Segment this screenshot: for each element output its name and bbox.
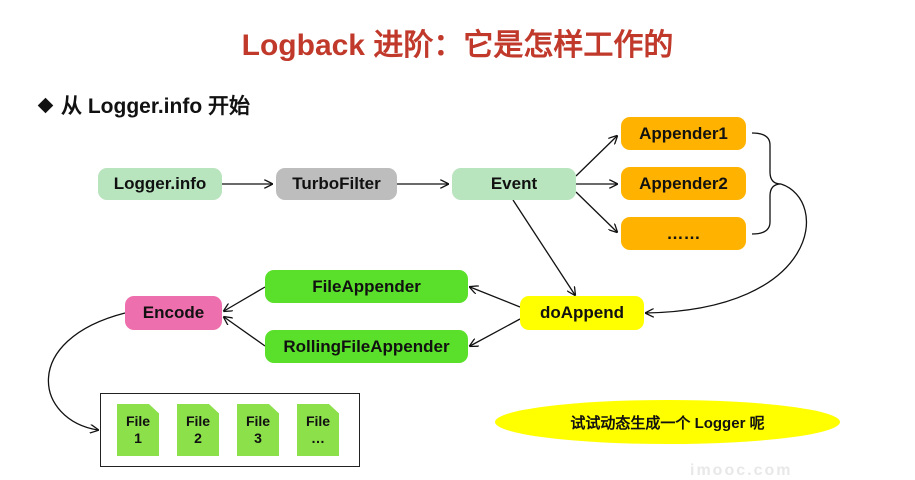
arrow-rollingfileappender-to-encode xyxy=(224,317,266,347)
node-logger-info: Logger.info xyxy=(98,168,222,200)
file-number: 1 xyxy=(134,430,142,446)
node-doappend: doAppend xyxy=(520,296,644,330)
arrow-doappend-to-fileappender xyxy=(470,287,521,308)
file-icon: File … xyxy=(297,404,339,456)
callout-cloud: 试试动态生成一个 Logger 呢 xyxy=(495,400,840,444)
node-appender-more: …… xyxy=(621,217,746,250)
file-icon: File 1 xyxy=(117,404,159,456)
node-appender2: Appender2 xyxy=(621,167,746,200)
node-event: Event xyxy=(452,168,576,200)
appenders-brace xyxy=(751,132,782,235)
file-label: File xyxy=(245,413,271,429)
node-rollingfileappender: RollingFileAppender xyxy=(265,330,468,363)
arrow-event-to-doappend xyxy=(512,199,575,295)
file-label: File xyxy=(305,413,331,429)
node-fileappender: FileAppender xyxy=(265,270,468,303)
arrow-event-to-appender1 xyxy=(575,136,617,177)
file-label: File xyxy=(125,413,151,429)
node-appender1: Appender1 xyxy=(621,117,746,150)
file-icon: File 2 xyxy=(177,404,219,456)
files-container: File 1 File 2 File 3 File … xyxy=(100,393,360,467)
file-number: 2 xyxy=(194,430,202,446)
file-label: File xyxy=(185,413,211,429)
file-number: … xyxy=(311,430,325,446)
file-icon: File 3 xyxy=(237,404,279,456)
arrow-fileappender-to-encode xyxy=(224,286,266,311)
arrow-doappend-to-rollingfileappender xyxy=(470,318,521,346)
node-encode: Encode xyxy=(125,296,222,330)
arrow-event-to-appender-more xyxy=(575,191,617,232)
node-turbofilter: TurboFilter xyxy=(276,168,397,200)
watermark: imooc.com xyxy=(690,462,793,479)
file-number: 3 xyxy=(254,430,262,446)
